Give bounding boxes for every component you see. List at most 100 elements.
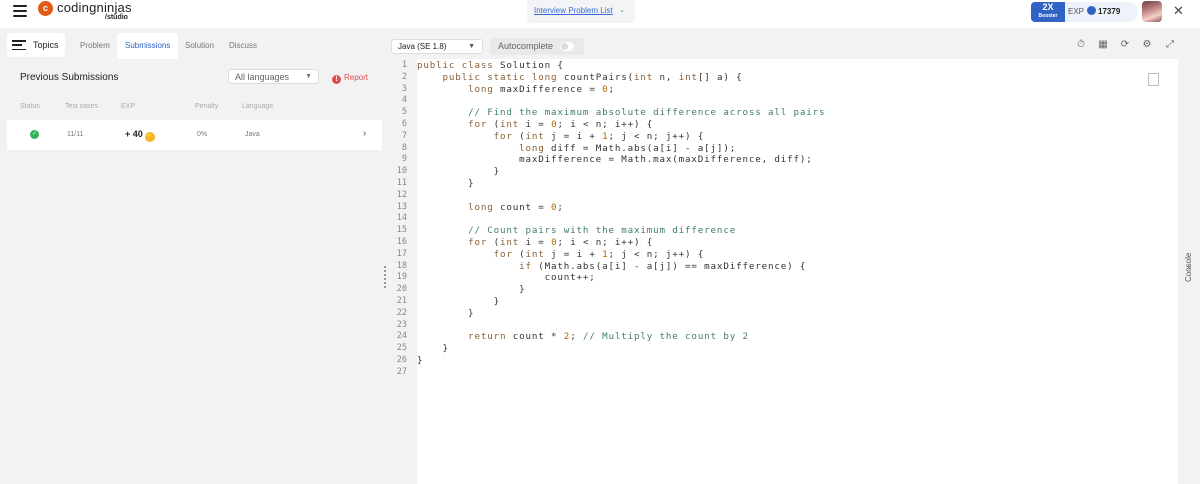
line-number: 4 <box>401 95 407 106</box>
line-number: 19 <box>396 272 407 283</box>
logo-name[interactable]: codingninjas <box>57 0 132 15</box>
line-number: 6 <box>401 119 407 129</box>
logo-icon: c <box>38 1 53 16</box>
line-number: 14 <box>396 213 407 224</box>
chevron-down-icon: ▼ <box>305 73 312 80</box>
code-text[interactable]: public class Solution { <box>417 60 564 72</box>
penalty-value: 0% <box>197 131 208 138</box>
avatar[interactable] <box>1142 1 1162 22</box>
code-text[interactable]: // Find the maximum absolute difference … <box>417 107 825 119</box>
panel-resize-handle[interactable] <box>384 266 386 288</box>
column-header-exp: EXP <box>121 103 136 110</box>
copy-icon[interactable] <box>1145 70 1159 86</box>
top-bar: c codingninjas /studio Interview Problem… <box>0 0 1200 28</box>
logo-sub: /studio <box>105 14 128 21</box>
line-number: 27 <box>396 366 407 377</box>
code-text[interactable]: long diff = Math.abs(a[i] - a[j]); <box>417 143 736 155</box>
code-text[interactable]: count++; <box>417 272 596 284</box>
booster-badge[interactable]: 2X Booster <box>1031 2 1065 22</box>
line-number: 8 <box>401 142 407 153</box>
timer-icon[interactable]: ⏱ <box>1075 39 1087 51</box>
caret-down-icon: ▼ <box>468 43 475 50</box>
reset-icon[interactable]: ⟳ <box>1119 39 1131 51</box>
column-header-penalty: Penalty <box>195 103 219 110</box>
booster-label: Booster <box>1038 13 1058 19</box>
toggle-switch[interactable] <box>560 42 574 51</box>
code-text[interactable]: } <box>417 296 500 308</box>
code-text[interactable]: for (int i = 0; i < n; i++) { <box>417 119 653 131</box>
code-text[interactable]: maxDifference = Math.max(maxDifference, … <box>417 154 813 166</box>
code-text[interactable]: long count = 0; <box>417 202 564 214</box>
code-text[interactable]: for (int j = i + 1; j < n; j++) { <box>417 249 704 261</box>
table-row[interactable]: ✓ 11/11 + 40 ⚡ 0% Java › <box>7 120 382 150</box>
settings-icon[interactable]: ⚙ <box>1141 39 1153 51</box>
line-number: 1 <box>401 60 407 70</box>
menu-icon[interactable] <box>13 5 27 17</box>
line-number: 7 <box>401 130 407 141</box>
problem-list-label: Interview Problem List <box>534 6 613 15</box>
line-number: 11 <box>396 178 407 188</box>
line-number: 25 <box>396 343 407 354</box>
language-filter-select[interactable]: All languages ▼ <box>228 69 319 84</box>
exp-counter[interactable]: EXP 17379 <box>1065 2 1137 22</box>
code-text[interactable]: } <box>417 284 525 296</box>
line-number: 9 <box>401 154 407 165</box>
chevron-down-icon: ⌄ <box>619 7 625 14</box>
column-header-status: Status <box>20 103 40 110</box>
topics-icon <box>12 40 26 50</box>
line-number: 15 <box>396 225 407 236</box>
tab-solution[interactable]: Solution <box>185 33 214 59</box>
submissions-panel: Previous Submissions All languages ▼ ! Re… <box>7 59 382 484</box>
line-number: 3 <box>401 83 407 94</box>
code-text[interactable]: long maxDifference = 0; <box>417 84 615 96</box>
exp-gain-value: + 40 <box>125 129 143 139</box>
code-text[interactable]: } <box>417 178 474 190</box>
chevron-right-icon[interactable]: › <box>363 128 366 139</box>
topics-label: Topics <box>33 40 59 50</box>
tab-submissions[interactable]: Submissions <box>117 33 179 59</box>
code-text[interactable]: } <box>417 355 423 367</box>
language-value: Java <box>245 131 260 138</box>
tab-problem[interactable]: Problem <box>80 33 110 59</box>
exp-label: EXP <box>1068 7 1085 16</box>
topics-button[interactable]: Topics <box>7 33 65 57</box>
exp-value: 17379 <box>1098 7 1121 16</box>
line-number: 21 <box>396 296 407 306</box>
code-text[interactable]: } <box>417 343 449 355</box>
code-text[interactable]: for (int j = i + 1; j < n; j++) { <box>417 131 704 143</box>
test-cases-value: 11/11 <box>67 131 84 138</box>
code-text[interactable]: for (int i = 0; i < n; i++) { <box>417 237 653 249</box>
line-number: 22 <box>396 307 407 318</box>
report-button[interactable]: ! Report <box>332 73 368 84</box>
console-label[interactable]: Console <box>1184 253 1193 282</box>
code-text[interactable]: return count * 2; // Multiply the count … <box>417 331 749 343</box>
submissions-title: Previous Submissions <box>20 72 119 83</box>
line-number: 16 <box>396 237 407 247</box>
tab-discuss[interactable]: Discuss <box>229 33 257 59</box>
autocomplete-toggle[interactable]: Autocomplete <box>490 38 584 55</box>
line-number: 2 <box>401 71 407 82</box>
exp-gain: + 40 ⚡ <box>125 129 155 142</box>
code-text[interactable]: } <box>417 308 474 320</box>
line-number: 20 <box>396 284 407 295</box>
column-header-test-cases: Test cases <box>65 103 99 110</box>
exp-gem-icon <box>1087 6 1097 15</box>
column-header-language: Language <box>242 103 274 110</box>
code-text[interactable]: // Count pairs with the maximum differen… <box>417 225 736 237</box>
code-text[interactable]: if (Math.abs(a[i] - a[j]) == maxDifferen… <box>417 261 806 273</box>
close-icon[interactable]: ✕ <box>1173 3 1184 19</box>
line-number: 26 <box>396 355 407 365</box>
alert-icon: ! <box>332 75 341 84</box>
code-text[interactable]: public static long countPairs(int n, int… <box>417 72 743 84</box>
language-select-value: Java (SE 1.8) <box>398 42 447 51</box>
language-select[interactable]: Java (SE 1.8) ▼ <box>391 39 483 54</box>
code-text[interactable]: } <box>417 166 500 178</box>
line-number: 23 <box>396 319 407 330</box>
line-number: 13 <box>396 201 407 212</box>
save-icon[interactable]: ▦ <box>1097 39 1109 51</box>
problem-list-link[interactable]: Interview Problem List ⌄ <box>527 0 635 23</box>
fullscreen-icon[interactable]: ⤢ <box>1164 39 1176 51</box>
lightning-icon: ⚡ <box>144 132 155 142</box>
code-editor[interactable]: 1 public class Solution { 2 public static … <box>391 59 1178 484</box>
report-label: Report <box>344 73 369 82</box>
